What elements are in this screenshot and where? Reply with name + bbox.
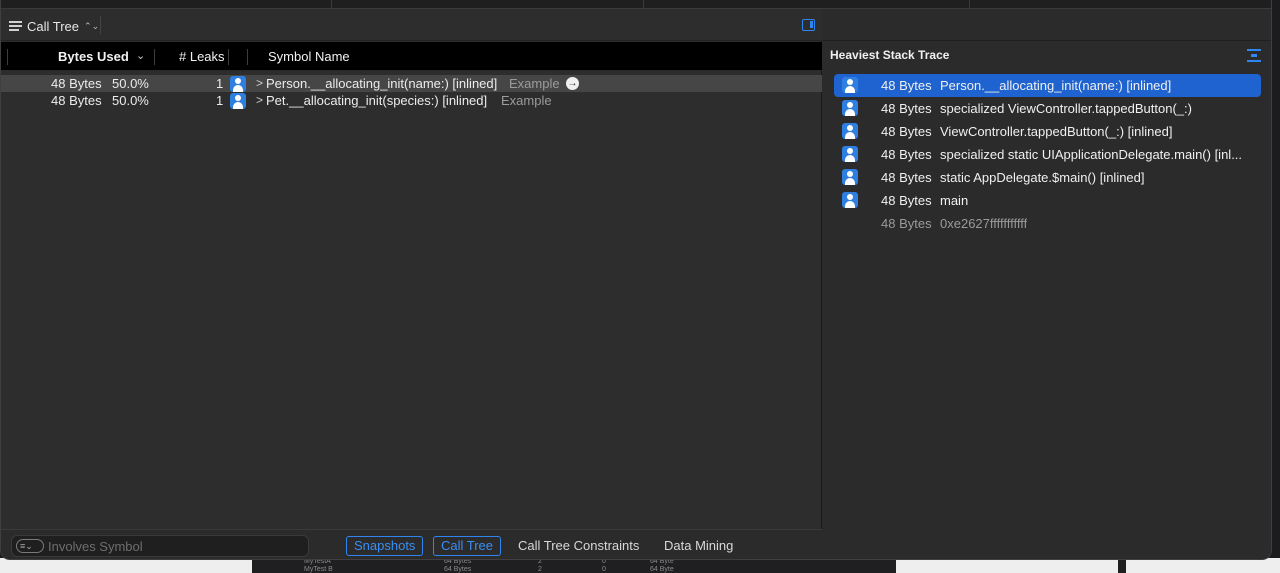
table-row[interactable]: 48 Bytes 50.0% 1 > Person.__allocating_i… — [1, 75, 822, 92]
column-leaks[interactable]: # Leaks — [179, 42, 225, 71]
background-window-peek: MyTestA 64 Bytes 2 0 64 Byte MyTest B 64… — [0, 558, 1280, 573]
user-code-icon — [230, 76, 246, 92]
stack-frame[interactable]: 48 Bytes static AppDelegate.$main() [inl… — [834, 166, 1261, 189]
bg-row-bytes: 64 Bytes — [444, 566, 472, 573]
symbol-filter-field[interactable]: ≡⌄ Involves Symbol — [11, 535, 309, 557]
user-code-icon — [842, 100, 858, 116]
frame-bytes: 48 Bytes — [881, 216, 932, 231]
user-code-icon — [842, 77, 858, 93]
column-divider — [7, 49, 8, 65]
filter-placeholder: Involves Symbol — [48, 539, 143, 554]
frame-symbol: specialized static UIApplicationDelegate… — [940, 147, 1243, 162]
toolbar-divider — [100, 16, 101, 34]
row-symbol: Pet.__allocating_init(species:) [inlined… — [266, 93, 488, 108]
disclosure-chevron-icon[interactable]: > — [256, 92, 263, 109]
row-percent: 50.0% — [112, 76, 149, 91]
track-strip — [1, 0, 1271, 9]
row-leaks: 1 — [216, 76, 224, 91]
bg-row-count: 2 — [538, 566, 542, 573]
detail-toolbar: Call Tree ⌃⌄ — [1, 9, 822, 41]
view-mode-menu[interactable]: Call Tree ⌃⌄ — [9, 17, 99, 35]
disclosure-chevron-icon[interactable]: > — [256, 75, 263, 92]
stack-frame[interactable]: 48 Bytes specialized static UIApplicatio… — [834, 143, 1261, 166]
frame-symbol: main — [940, 193, 969, 208]
stack-trace-list: 48 Bytes Person.__allocating_init(name:)… — [834, 74, 1261, 235]
instruments-window: Call Tree ⌃⌄ Bytes Used ⌄ # Leaks Symbol… — [0, 0, 1272, 560]
bg-row-zero: 0 — [602, 566, 606, 573]
user-code-icon — [842, 146, 858, 162]
inspector-toggle-icon[interactable] — [802, 19, 815, 31]
bg-row-bytes2: 64 Byte — [650, 566, 674, 573]
frame-bytes: 48 Bytes — [881, 101, 932, 116]
view-mode-label: Call Tree — [27, 18, 80, 34]
table-header: Bytes Used ⌄ # Leaks Symbol Name — [1, 42, 822, 71]
row-percent: 50.0% — [112, 93, 149, 108]
stack-frame[interactable]: 48 Bytes ViewController.tappedButton(_:)… — [834, 120, 1261, 143]
row-bytes: 48 Bytes — [51, 76, 102, 91]
stack-frame[interactable]: 48 Bytes 0xe2627fffffffffff — [834, 212, 1261, 235]
column-divider — [228, 49, 229, 65]
stack-frame[interactable]: 48 Bytes specialized ViewController.tapp… — [834, 97, 1261, 120]
filter-menu-icon[interactable]: ≡⌄ — [16, 539, 44, 553]
call-tree-button[interactable]: Call Tree — [433, 536, 502, 556]
row-library: Example — [509, 76, 560, 91]
list-icon — [9, 21, 22, 31]
frame-bytes: 48 Bytes — [881, 124, 932, 139]
frame-symbol: 0xe2627fffffffffff — [940, 216, 1028, 231]
user-code-icon — [842, 192, 858, 208]
frame-bytes: 48 Bytes — [881, 193, 932, 208]
go-to-source-icon[interactable]: → — [566, 77, 579, 90]
user-code-icon — [842, 169, 858, 185]
table-row[interactable]: 48 Bytes 50.0% 1 > Pet.__allocating_init… — [1, 92, 822, 109]
updown-chevron-icon: ⌃⌄ — [84, 21, 100, 31]
detail-bottom-bar: ≡⌄ Involves Symbol Snapshots Call Tree C… — [1, 529, 822, 559]
frame-bytes: 48 Bytes — [881, 170, 932, 185]
inspector-toolbar — [823, 9, 1271, 41]
call-tree-constraints-button[interactable]: Call Tree Constraints — [510, 536, 647, 556]
column-symbol-name[interactable]: Symbol Name — [268, 42, 350, 71]
frame-bytes: 48 Bytes — [881, 147, 932, 162]
stack-trace-title: Heaviest Stack Trace — [830, 48, 950, 62]
stack-frame[interactable]: 48 Bytes Person.__allocating_init(name:)… — [834, 74, 1261, 97]
sort-chevron-icon[interactable]: ⌄ — [136, 42, 145, 71]
call-tree-table: 48 Bytes 50.0% 1 > Person.__allocating_i… — [1, 75, 822, 109]
snapshots-button[interactable]: Snapshots — [346, 536, 424, 556]
column-divider — [247, 49, 248, 65]
column-divider — [154, 49, 155, 65]
stack-frame[interactable]: 48 Bytes main — [834, 189, 1261, 212]
user-code-icon — [230, 93, 246, 109]
user-code-icon — [842, 123, 858, 139]
frame-symbol: static AppDelegate.$main() [inlined] — [940, 170, 1145, 185]
bg-row-name: MyTest B — [304, 566, 333, 573]
background-divider — [1118, 558, 1126, 573]
row-library: Example — [501, 93, 552, 108]
frame-symbol: Person.__allocating_init(name:) [inlined… — [940, 78, 1172, 93]
detail-pane: Call Tree ⌃⌄ Bytes Used ⌄ # Leaks Symbol… — [1, 9, 822, 559]
data-mining-button[interactable]: Data Mining — [656, 536, 741, 556]
stack-collapse-icon[interactable] — [1247, 49, 1261, 62]
row-leaks: 1 — [216, 93, 224, 108]
frame-bytes: 48 Bytes — [881, 78, 932, 93]
row-bytes: 48 Bytes — [51, 93, 102, 108]
frame-symbol: ViewController.tappedButton(_:) [inlined… — [940, 124, 1173, 139]
column-bytes-used[interactable]: Bytes Used — [58, 42, 129, 71]
background-table: MyTestA 64 Bytes 2 0 64 Byte MyTest B 64… — [252, 558, 896, 573]
row-symbol: Person.__allocating_init(name:) [inlined… — [266, 76, 498, 91]
extended-detail-pane: Heaviest Stack Trace 48 Bytes Person.__a… — [823, 9, 1271, 559]
frame-symbol: specialized ViewController.tappedButton(… — [940, 101, 1192, 116]
